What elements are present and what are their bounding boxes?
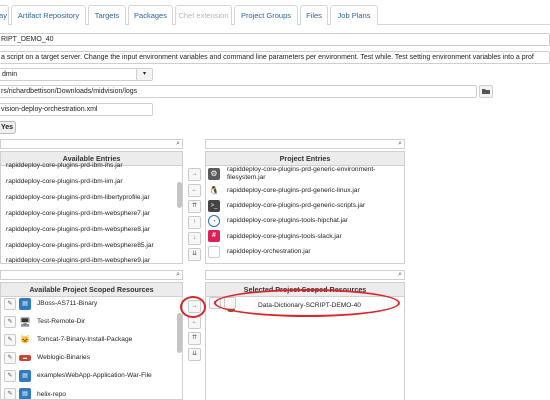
available-resources-panel: Available Project Scoped Resources ✎ ▤ J…: [0, 282, 183, 400]
list-item[interactable]: JBoss-AS711-Binary: [37, 300, 182, 307]
user-select-value: dmin: [2, 71, 18, 78]
description-field[interactable]: a script on a target server. Change the …: [0, 51, 550, 64]
move-bottom-button[interactable]: ⇊: [188, 248, 201, 261]
list-item[interactable]: rapiddeploy-core-plugins-tools-slack.jar: [227, 233, 404, 240]
available-entries-search[interactable]: ⌕: [0, 139, 183, 149]
move-bottom-button[interactable]: ⇊: [188, 348, 201, 361]
edit-icon[interactable]: ✎: [4, 334, 16, 346]
server-icon: ▤: [19, 370, 31, 382]
project-name-field[interactable]: RIPT_DEMO_40: [0, 33, 550, 46]
search-icon: ⌕: [176, 140, 180, 147]
move-top-button[interactable]: ⇈: [188, 200, 201, 213]
move-top-button[interactable]: ⇈: [188, 332, 201, 345]
scrollbar[interactable]: [177, 182, 182, 208]
move-left-button[interactable]: ←: [188, 316, 201, 329]
list-item[interactable]: rapiddeploy-core-plugins-prd-generic-scr…: [227, 202, 404, 209]
list-item[interactable]: rapiddeploy-orchestration.jar: [227, 248, 404, 255]
chevron-down-icon: ▾: [136, 69, 152, 80]
edit-icon[interactable]: ✎: [4, 370, 16, 382]
list-item[interactable]: rapiddeploy-core-plugins-prd-ibm-websphe…: [6, 226, 182, 233]
move-left-button[interactable]: ←: [188, 184, 201, 197]
monitor-icon: 🖥: [19, 317, 31, 327]
orchestration-file-field[interactable]: vision-deploy-orchestration.xml: [0, 103, 153, 116]
available-resources-title: Available Project Scoped Resources: [1, 283, 182, 297]
slack-icon: #: [208, 230, 220, 242]
list-item[interactable]: examplesWebApp-Application-War-File: [37, 372, 182, 379]
tab-artifact-repository[interactable]: Artifact Repository: [11, 5, 86, 25]
list-item[interactable]: rapiddeploy-core-plugins-prd-ibm-iim.jar: [6, 178, 182, 185]
project-entries-panel: Project Entries ⚙ rapiddeploy-core-plugi…: [205, 151, 405, 264]
list-item[interactable]: Tomcat-7-Binary-Install-Package: [37, 336, 182, 343]
tab-bay[interactable]: Bay: [0, 5, 9, 25]
user-select[interactable]: dmin ▾: [0, 68, 153, 81]
tomcat-icon: 🐱: [20, 335, 30, 344]
browse-folder-button[interactable]: [479, 85, 493, 98]
penguin-icon: 🐧: [209, 186, 219, 195]
list-item[interactable]: rapiddeploy-core-plugins-prd-ibm-liberty…: [6, 194, 182, 201]
list-item[interactable]: rapiddeploy-core-plugins-tools-hipchat.j…: [227, 217, 404, 224]
oracle-icon: ▬: [19, 355, 31, 361]
highlight-annotation: [214, 289, 400, 317]
move-down-button[interactable]: ↓: [188, 232, 201, 245]
edit-icon[interactable]: ✎: [4, 298, 16, 310]
scrollbar[interactable]: [177, 313, 182, 353]
search-icon: ⌕: [176, 271, 180, 278]
project-entries-search[interactable]: ⌕: [205, 139, 405, 149]
tab-targets[interactable]: Targets: [88, 5, 126, 25]
list-item[interactable]: rapiddeploy-core-plugins-prd-ibm-websphe…: [6, 210, 182, 217]
edit-icon[interactable]: ✎: [4, 352, 16, 364]
gear-icon: ⚙: [208, 168, 220, 180]
highlight-annotation: [180, 296, 206, 318]
list-item[interactable]: rapiddeploy-core-plugins-prd-ibm-websphe…: [6, 257, 182, 263]
log-path-field[interactable]: rs/richardbettison/Downloads/midvision/l…: [0, 85, 477, 98]
edit-icon[interactable]: ✎: [4, 388, 16, 399]
list-item[interactable]: Weblogic-Binaries: [37, 354, 182, 361]
tab-job-plans[interactable]: Job Plans: [330, 5, 378, 25]
terminal-icon: >_: [208, 200, 220, 212]
search-icon: ⌕: [398, 271, 402, 278]
tab-bar: Bay Artifact Repository Targets Packages…: [0, 5, 550, 25]
tab-files[interactable]: Files: [300, 5, 328, 25]
tab-packages[interactable]: Packages: [128, 5, 173, 25]
edit-icon[interactable]: ✎: [4, 316, 16, 328]
tab-chef-extension: Chef extension: [175, 5, 232, 25]
project-entries-title: Project Entries: [206, 152, 404, 166]
list-item[interactable]: helix-repo: [37, 391, 182, 398]
available-resources-search[interactable]: ⌕: [0, 270, 183, 280]
move-up-button[interactable]: ↑: [188, 216, 201, 229]
list-item[interactable]: Test-Remote-Dir: [37, 318, 182, 325]
plain-icon: [208, 246, 220, 258]
search-icon: ⌕: [398, 140, 402, 147]
folder-icon: [482, 89, 490, 94]
move-right-button[interactable]: →: [188, 168, 201, 181]
list-item[interactable]: rapiddeploy-core-plugins-prd-ibm-ihs.jar: [6, 162, 182, 169]
chat-icon: ◔: [208, 215, 220, 227]
server-icon: ▤: [19, 388, 31, 399]
list-item[interactable]: rapiddeploy-core-plugins-prd-generic-env…: [227, 166, 402, 182]
available-entries-panel: Available Entries rapiddeploy-core-plugi…: [0, 151, 183, 264]
server-icon: ▤: [19, 298, 31, 310]
list-item[interactable]: rapiddeploy-core-plugins-prd-ibm-websphe…: [6, 242, 182, 249]
selected-resources-search[interactable]: ⌕: [205, 270, 405, 280]
yes-button[interactable]: Yes: [0, 121, 16, 134]
tab-project-groups[interactable]: Project Groups: [234, 5, 298, 25]
list-item[interactable]: rapiddeploy-core-plugins-prd-generic-lin…: [227, 187, 404, 194]
